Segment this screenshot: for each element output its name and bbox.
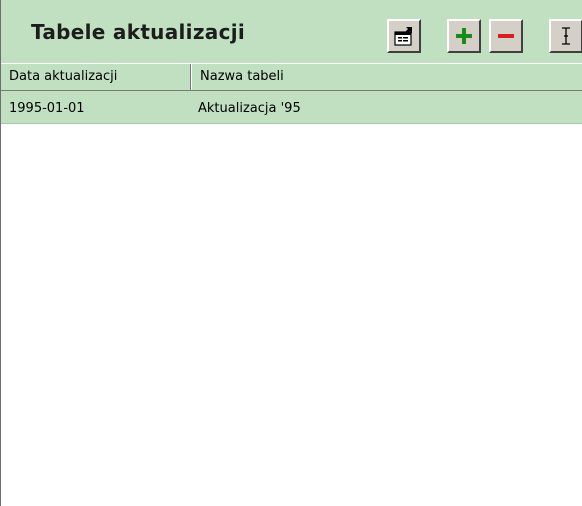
cell-name: Aktualizacja '95 [198,101,301,116]
properties-button[interactable] [387,19,421,53]
cell-date: 1995-01-01 [9,101,85,116]
edit-button[interactable] [549,19,582,53]
minus-icon [496,26,516,46]
remove-button[interactable] [489,19,523,53]
properties-icon [393,25,415,47]
table-header: Data aktualizacji Nazwa tabeli [1,63,582,91]
text-cursor-icon [556,25,576,47]
plus-icon [454,26,474,46]
table-row[interactable]: 1995-01-01 Aktualizacja '95 [1,91,582,124]
column-header-name[interactable]: Nazwa tabeli [191,64,582,90]
panel-title: Tabele aktualizacji [31,20,246,44]
table-body: 1995-01-01 Aktualizacja '95 [1,91,582,124]
add-button[interactable] [447,19,481,53]
column-header-date[interactable]: Data aktualizacji [1,64,191,90]
update-tables-panel: Tabele aktualizacji Data aktualizacji Na… [0,0,582,506]
panel-header: Tabele aktualizacji [1,0,582,63]
